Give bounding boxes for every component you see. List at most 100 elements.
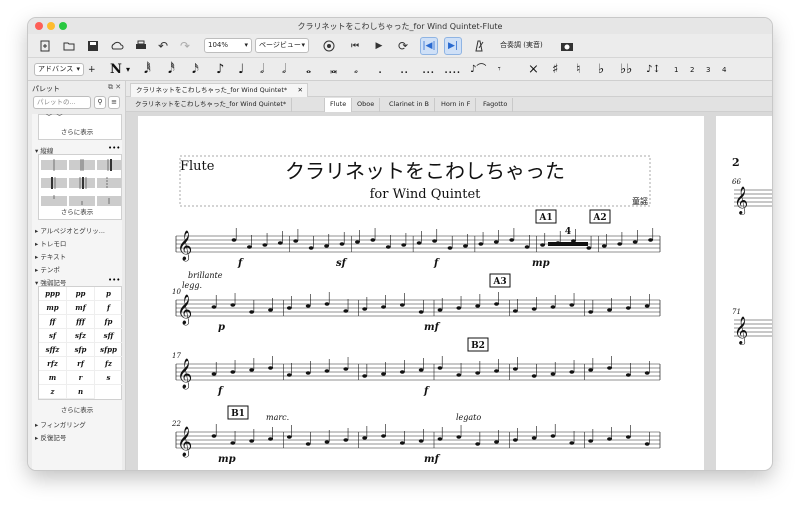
- rest-icon[interactable]: 𝄾: [498, 62, 501, 78]
- print-icon[interactable]: [132, 37, 150, 55]
- playback-panel-icon[interactable]: ▶|: [444, 37, 462, 55]
- search-icon[interactable]: ⚲: [94, 96, 106, 109]
- undock-icon[interactable]: ⧉ ✕: [108, 83, 121, 92]
- 16th-note-icon[interactable]: 𝅘𝅥𝅯: [192, 62, 199, 78]
- dynamic-cell[interactable]: sfpp: [95, 343, 122, 357]
- show-more-button[interactable]: さらに表示: [32, 404, 122, 414]
- flat-icon[interactable]: ♭: [598, 62, 604, 78]
- concert-pitch-toggle[interactable]: 合奏調 (実音): [500, 40, 543, 50]
- triple-dot-icon[interactable]: ...: [422, 62, 434, 78]
- score-page[interactable]: Flute クラリネットをこわしちゃった for Wind Quintet 童謡…: [138, 116, 704, 470]
- dynamic-cell[interactable]: fz: [95, 357, 122, 371]
- voice-4-button[interactable]: 4: [722, 62, 726, 78]
- dynamic-cell[interactable]: rf: [67, 357, 95, 371]
- palette-section-repeats[interactable]: ▸ 反復記号: [35, 432, 66, 442]
- new-icon[interactable]: [36, 37, 54, 55]
- view-mode-select[interactable]: ページビュー ▾: [255, 38, 309, 53]
- note-input-icon[interactable]: N: [110, 62, 122, 78]
- 64th-note-icon[interactable]: 𝅘𝅥𝅱: [144, 62, 151, 78]
- dynamic-cell[interactable]: m: [39, 371, 67, 385]
- more-icon[interactable]: •••: [108, 276, 120, 284]
- save-icon[interactable]: [84, 37, 102, 55]
- add-button[interactable]: +: [88, 62, 96, 78]
- close-icon[interactable]: ✕: [298, 84, 303, 97]
- palette-section-tempo[interactable]: ▸ テンポ: [35, 264, 60, 274]
- rewind-icon[interactable]: ⏮: [346, 37, 364, 55]
- longa-icon[interactable]: 𝅗: [354, 62, 358, 78]
- dynamic-cell[interactable]: ff: [39, 315, 67, 329]
- next-page[interactable]: 2 66 71 𝄞 𝄞: [716, 116, 772, 470]
- palette-section-text[interactable]: ▸ テキスト: [35, 251, 66, 261]
- part-tab-clarinet[interactable]: Clarinet in B: [384, 98, 435, 112]
- natural-icon[interactable]: ♮: [576, 62, 581, 78]
- undo-icon[interactable]: ↶: [154, 37, 172, 55]
- input-mode-select[interactable]: アドバンス ▾: [34, 63, 84, 76]
- dynamic-cell[interactable]: fff: [67, 315, 95, 329]
- double-flat-icon[interactable]: ♭♭: [620, 62, 632, 78]
- more-icon[interactable]: •••: [108, 144, 120, 152]
- dynamic-cell[interactable]: z: [39, 385, 67, 399]
- menu-icon[interactable]: ≡: [108, 96, 120, 109]
- palette-search-input[interactable]: パレットの...: [33, 96, 91, 109]
- dynamic-cell[interactable]: ppp: [39, 287, 67, 301]
- half-note-icon[interactable]: 𝅗𝅥: [260, 62, 264, 78]
- part-tab-oboe[interactable]: Oboe: [352, 98, 381, 112]
- flip-icon[interactable]: ♪↕: [646, 62, 661, 78]
- double-sharp-icon[interactable]: ×: [528, 62, 539, 78]
- part-tab-horn[interactable]: Horn in F: [436, 98, 477, 112]
- show-more-button[interactable]: さらに表示: [32, 206, 122, 216]
- part-tab-flute[interactable]: Flute: [324, 98, 353, 112]
- dynamic-cell[interactable]: sff: [95, 329, 122, 343]
- quadruple-dot-icon[interactable]: ....: [444, 62, 461, 78]
- voice-2-button[interactable]: 2: [690, 62, 694, 78]
- note-head: [381, 305, 386, 309]
- show-more-button[interactable]: さらに表示: [32, 126, 122, 136]
- note-head: [305, 371, 311, 375]
- tie-icon[interactable]: ♪⌒: [470, 62, 486, 78]
- chevron-down-icon[interactable]: ▾: [126, 62, 130, 78]
- voice-1-button[interactable]: 1: [674, 62, 678, 78]
- dynamic-cell[interactable]: n: [67, 385, 95, 399]
- palette-scroll-area[interactable]: ﹀ ﹀ さらに表示 ▾ 縦線 ••• さらに表示 ▸ アルペジオとグリッ... …: [32, 114, 122, 470]
- sharp-icon[interactable]: ♯: [552, 62, 558, 78]
- zoom-select[interactable]: 104% ▾: [204, 38, 252, 53]
- dynamic-cell[interactable]: mp: [39, 301, 67, 315]
- dynamic-cell[interactable]: mf: [67, 301, 95, 315]
- palette-section-arpeggio[interactable]: ▸ アルペジオとグリッ...: [35, 225, 105, 235]
- redo-icon[interactable]: ↷: [176, 37, 194, 55]
- dynamic-cell[interactable]: sfp: [67, 343, 95, 357]
- voice-3-button[interactable]: 3: [706, 62, 710, 78]
- quarter-note-icon[interactable]: ♩: [238, 62, 244, 78]
- breve-icon[interactable]: 𝅜: [330, 62, 337, 78]
- dynamic-cell[interactable]: sf: [39, 329, 67, 343]
- dot-icon[interactable]: .: [378, 62, 382, 78]
- dynamic-cell[interactable]: sffz: [39, 343, 67, 357]
- dynamic-cell[interactable]: f: [95, 301, 122, 315]
- dynamic-cell[interactable]: p: [95, 287, 122, 301]
- dynamic-cell[interactable]: pp: [67, 287, 95, 301]
- double-dot-icon[interactable]: ..: [400, 62, 408, 78]
- dynamic-cell[interactable]: s: [95, 371, 122, 385]
- metronome-icon[interactable]: [470, 37, 488, 55]
- dynamic-cell[interactable]: fp: [95, 315, 122, 329]
- part-tab-full-score[interactable]: クラリネットをこわしちゃった_for Wind Quintet*: [130, 98, 293, 112]
- 32nd-note-icon[interactable]: 𝅘𝅥𝅰: [168, 62, 175, 78]
- whole-note-icon[interactable]: 𝅝: [306, 62, 311, 78]
- loop-in-icon[interactable]: |◀|: [420, 37, 438, 55]
- open-icon[interactable]: [60, 37, 78, 55]
- part-tab-fagotto[interactable]: Fagotto: [478, 98, 514, 112]
- score-tab[interactable]: クラリネットをこわしちゃった_for Wind Quintet* ✕: [130, 83, 308, 97]
- dynamic-cell[interactable]: r: [67, 371, 95, 385]
- dynamic-cell[interactable]: rfz: [39, 357, 67, 371]
- eighth-note-icon[interactable]: ♪: [216, 62, 224, 78]
- camera-icon[interactable]: [558, 37, 576, 55]
- palette-section-tremolo[interactable]: ▸ トレモロ: [35, 238, 66, 248]
- dynamic-cell[interactable]: sfz: [67, 329, 95, 343]
- cloud-icon[interactable]: [108, 37, 126, 55]
- play-icon[interactable]: ▶: [370, 37, 388, 55]
- loop-icon[interactable]: ⟳: [394, 37, 412, 55]
- mixer-icon[interactable]: [320, 37, 338, 55]
- palette-section-fingering[interactable]: ▸ フィンガリング: [35, 419, 86, 429]
- score-view[interactable]: Flute クラリネットをこわしちゃった for Wind Quintet 童謡…: [126, 112, 772, 470]
- half-note-icon[interactable]: 𝅗𝅥: [282, 62, 286, 78]
